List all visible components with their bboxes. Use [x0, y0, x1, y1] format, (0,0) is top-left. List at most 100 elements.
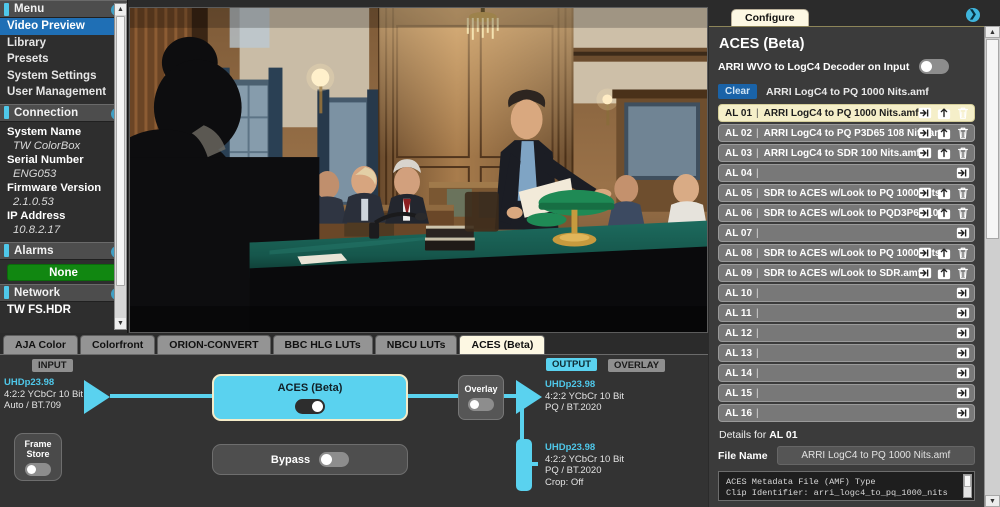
- metadata-textarea[interactable]: ACES Metadata File (AMF) Type Clip Ident…: [718, 471, 975, 501]
- al-file-name: ARRI LogC4 to PQ P3D65 108 Nits.an: [763, 127, 941, 139]
- table-row[interactable]: AL 01 | ARRI LogC4 to PQ 1000 Nits.amf: [718, 104, 975, 122]
- table-row[interactable]: AL 04 |: [718, 164, 975, 182]
- aces-enable-toggle[interactable]: [295, 398, 325, 414]
- sidebar-section-network[interactable]: Network ▲: [0, 283, 127, 302]
- sidebar-item-user-management[interactable]: User Management: [0, 84, 127, 101]
- network-item-tw-fs-hdr[interactable]: TW FS.HDR: [0, 302, 127, 318]
- table-row[interactable]: AL 15 |: [718, 384, 975, 402]
- tab-colorfront[interactable]: Colorfront: [79, 335, 156, 354]
- import-icon[interactable]: [956, 366, 970, 380]
- value-system-name: TW ColorBox: [13, 139, 81, 152]
- import-icon[interactable]: [956, 306, 970, 320]
- chevron-right-icon[interactable]: ❯: [966, 8, 980, 22]
- sidebar-section-alarms[interactable]: Alarms ▲: [0, 241, 127, 260]
- al-slot-id: AL 09: [725, 267, 753, 279]
- sidebar-item-library[interactable]: Library: [0, 35, 127, 52]
- tab-aces-beta[interactable]: ACES (Beta): [459, 335, 546, 354]
- output1-colorimetry: PQ / BT.2020: [545, 402, 602, 413]
- al-row-actions: [956, 226, 970, 240]
- sidebar-item-system-settings[interactable]: System Settings: [0, 68, 127, 85]
- overlay-toggle[interactable]: [468, 398, 494, 411]
- table-row[interactable]: AL 07 |: [718, 224, 975, 242]
- table-row[interactable]: AL 08 | SDR to ACES w/Look to PQ 1000 Nits: [718, 244, 975, 262]
- tab-configure[interactable]: Configure: [731, 9, 809, 27]
- al-row-actions: [956, 366, 970, 380]
- table-row[interactable]: AL 12 |: [718, 324, 975, 342]
- export-icon[interactable]: [937, 146, 951, 160]
- tab-orion-convert[interactable]: ORION-CONVERT: [157, 335, 271, 354]
- sidebar-scrollbar[interactable]: ▲ ▼: [114, 3, 127, 330]
- value-ip-address: 10.8.2.17: [13, 223, 61, 236]
- scroll-down-icon[interactable]: ▼: [985, 495, 1000, 507]
- metadata-scrollbar[interactable]: [963, 474, 972, 498]
- scroll-up-icon[interactable]: ▲: [115, 4, 126, 15]
- export-icon[interactable]: [937, 266, 951, 280]
- sidebar-section-menu[interactable]: Menu ▲: [0, 0, 127, 18]
- overlay-block[interactable]: Overlay: [458, 375, 504, 420]
- table-row[interactable]: AL 02 | ARRI LogC4 to PQ P3D65 108 Nits.an: [718, 124, 975, 142]
- export-icon[interactable]: [937, 126, 951, 140]
- right-panel-scrollbar[interactable]: ▲ ▼: [984, 26, 1000, 507]
- sidebar-item-video-preview[interactable]: Video Preview: [0, 18, 127, 35]
- toggle-knob: [921, 61, 933, 72]
- table-row[interactable]: AL 14 |: [718, 364, 975, 382]
- table-row[interactable]: AL 16 |: [718, 404, 975, 422]
- al-separator: |: [756, 187, 759, 199]
- import-icon[interactable]: [956, 166, 970, 180]
- import-icon[interactable]: [956, 386, 970, 400]
- scrollbar-thumb[interactable]: [116, 16, 125, 286]
- import-icon[interactable]: [956, 226, 970, 240]
- scroll-up-icon[interactable]: ▲: [985, 26, 1000, 38]
- tab-bbc-hlg-luts[interactable]: BBC HLG LUTs: [272, 335, 373, 354]
- export-icon[interactable]: [937, 246, 951, 260]
- aces-process-block[interactable]: ACES (Beta): [212, 374, 408, 421]
- frame-store-block[interactable]: Frame Store: [14, 433, 62, 481]
- table-row[interactable]: AL 10 |: [718, 284, 975, 302]
- trash-icon[interactable]: [956, 206, 970, 220]
- tab-nbcu-luts[interactable]: NBCU LUTs: [374, 335, 458, 354]
- import-icon[interactable]: [918, 246, 932, 260]
- import-icon[interactable]: [918, 146, 932, 160]
- import-icon[interactable]: [956, 406, 970, 420]
- table-row[interactable]: AL 03 | ARRI LogC4 to SDR 100 Nits.amf: [718, 144, 975, 162]
- import-icon[interactable]: [918, 266, 932, 280]
- frame-store-toggle[interactable]: [25, 462, 51, 476]
- video-preview[interactable]: [129, 7, 708, 333]
- scrollbar-thumb[interactable]: [986, 39, 999, 239]
- scrollbar-thumb[interactable]: [964, 475, 971, 487]
- table-row[interactable]: AL 06 | SDR to ACES w/Look to PQD3P65 10(: [718, 204, 975, 222]
- import-icon[interactable]: [956, 346, 970, 360]
- table-row[interactable]: AL 13 |: [718, 344, 975, 362]
- trash-icon[interactable]: [956, 246, 970, 260]
- al-row-actions: [956, 306, 970, 320]
- export-icon[interactable]: [937, 186, 951, 200]
- export-icon[interactable]: [937, 206, 951, 220]
- trash-icon[interactable]: [956, 126, 970, 140]
- trash-icon[interactable]: [956, 266, 970, 280]
- input-signal-info: UHDp23.98 4:2:2 YCbCr 10 Bit Auto / BT.7…: [4, 377, 83, 412]
- import-icon[interactable]: [918, 106, 932, 120]
- import-icon[interactable]: [956, 326, 970, 340]
- import-icon[interactable]: [918, 206, 932, 220]
- trash-icon[interactable]: [956, 106, 970, 120]
- trash-icon[interactable]: [956, 146, 970, 160]
- import-icon[interactable]: [918, 186, 932, 200]
- clear-button[interactable]: Clear: [718, 84, 758, 99]
- al-row-actions: [918, 106, 970, 120]
- table-row[interactable]: AL 11 |: [718, 304, 975, 322]
- import-icon[interactable]: [918, 126, 932, 140]
- file-name-value[interactable]: ARRI LogC4 to PQ 1000 Nits.amf: [776, 446, 975, 465]
- sidebar-section-connection[interactable]: Connection ▲: [0, 103, 127, 122]
- bypass-block[interactable]: Bypass: [212, 444, 408, 475]
- import-icon[interactable]: [956, 286, 970, 300]
- tab-aja-color[interactable]: AJA Color: [3, 335, 78, 354]
- output2-format: UHDp23.98: [545, 442, 596, 453]
- sidebar-item-presets[interactable]: Presets: [0, 51, 127, 68]
- table-row[interactable]: AL 05 | SDR to ACES w/Look to PQ 1000 Nits: [718, 184, 975, 202]
- export-icon[interactable]: [937, 106, 951, 120]
- trash-icon[interactable]: [956, 186, 970, 200]
- scroll-down-icon[interactable]: ▼: [115, 318, 126, 329]
- bypass-toggle[interactable]: [319, 452, 350, 467]
- table-row[interactable]: AL 09 | SDR to ACES w/Look to SDR.amf: [718, 264, 975, 282]
- decoder-toggle[interactable]: [919, 59, 950, 74]
